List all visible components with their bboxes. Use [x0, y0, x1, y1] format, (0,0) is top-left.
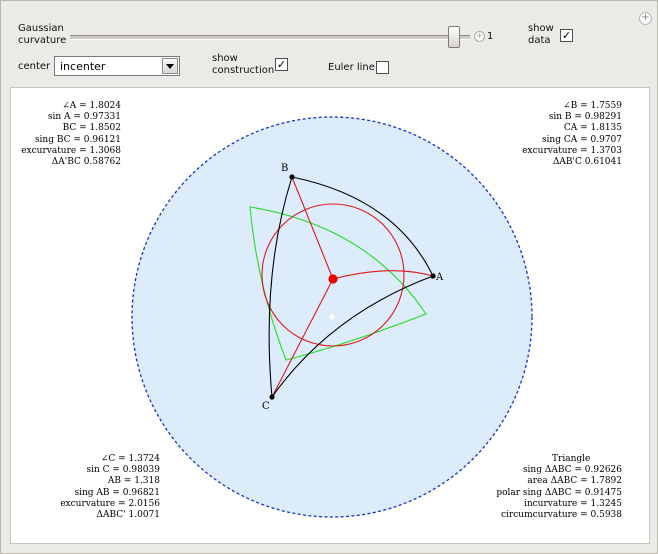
- show-construction-label-line2: construction: [212, 65, 275, 76]
- data-line: polar sing ΔABC = 0.91475: [496, 487, 622, 498]
- data-block-top-left: ∠A = 1.8024 sin A = 0.97331 BC = 1.8502 …: [21, 101, 121, 168]
- center-label: center: [18, 61, 51, 72]
- data-line: ΔAB'C 0.61041: [552, 157, 622, 168]
- data-line-title: Triangle: [552, 454, 591, 464]
- show-construction-label: show construction: [212, 53, 274, 77]
- show-construction-checkbox[interactable]: ✓: [275, 58, 288, 71]
- data-line: ΔA'BC 0.58762: [51, 157, 121, 168]
- data-line: sing BC = 0.96121: [34, 134, 121, 145]
- data-line: sin B = 0.98291: [548, 112, 622, 123]
- data-line: excurvature = 1.3703: [522, 145, 622, 156]
- data-line: excurvature = 2.0156: [60, 498, 160, 509]
- data-block-bottom-left: ∠C = 1.3724 sin C = 0.98039 AB = 1.318 s…: [60, 454, 160, 521]
- slider-expand-icon[interactable]: +: [474, 31, 485, 42]
- data-line: ΔABC' 1.0071: [96, 510, 161, 521]
- data-line: AB = 1.318: [107, 476, 160, 487]
- data-block-bottom-right: Triangle sing ΔABC = 0.92626 area ΔABC =…: [496, 454, 622, 521]
- graphics-canvas: A B C ∠A = 1.8024 sin A = 0.97331 BC = 1…: [10, 87, 650, 544]
- curvature-label-line2: curvature: [18, 35, 67, 46]
- curvature-value: 1: [487, 31, 494, 42]
- vertex-c-dot[interactable]: [269, 394, 275, 400]
- data-line: area ΔABC = 1.7892: [527, 476, 622, 487]
- data-line: ∠C = 1.3724: [100, 454, 160, 464]
- curvature-slider-track[interactable]: [70, 35, 470, 40]
- curvature-label-line1: Gaussian: [18, 23, 64, 34]
- euler-line-label: Euler line: [328, 62, 375, 73]
- center-select-value: incenter: [60, 60, 106, 73]
- disk-origin-dot: [329, 314, 335, 320]
- vertex-b-label: B: [281, 163, 288, 174]
- show-construction-label-line1: show: [212, 53, 238, 64]
- chevron-down-icon[interactable]: [162, 58, 178, 74]
- data-line: ∠B = 1.7559: [563, 101, 622, 111]
- data-line: sing AB = 0.96821: [74, 487, 160, 498]
- show-data-label: show data: [528, 23, 554, 47]
- show-data-label-line2: data: [528, 35, 551, 46]
- vertex-a-label: A: [435, 272, 444, 283]
- data-line: circumcurvature = 0.5938: [501, 510, 622, 521]
- data-line: sing CA = 0.9707: [541, 134, 622, 145]
- curvature-label: Gaussian curvature: [18, 23, 66, 47]
- data-line: sin C = 0.98039: [86, 465, 160, 476]
- data-line: sin A = 0.97331: [47, 112, 121, 123]
- data-line: ∠A = 1.8024: [62, 101, 121, 111]
- app-window: Gaussian curvature + 1 show data ✓ + cen…: [0, 0, 658, 554]
- data-line: incurvature = 1.3245: [523, 498, 622, 509]
- data-block-top-right: ∠B = 1.7559 sin B = 0.98291 CA = 1.8135 …: [522, 101, 622, 168]
- data-line: excurvature = 1.3068: [21, 145, 121, 156]
- vertex-b-dot[interactable]: [289, 174, 295, 180]
- show-data-checkbox[interactable]: ✓: [560, 29, 573, 42]
- vertex-c-label: C: [262, 401, 270, 412]
- data-line: BC = 1.8502: [62, 123, 121, 134]
- data-line: CA = 1.8135: [563, 123, 622, 134]
- center-select[interactable]: incenter: [54, 56, 180, 76]
- show-data-label-line1: show: [528, 23, 554, 34]
- incenter-dot: [328, 274, 338, 284]
- euler-line-checkbox[interactable]: [376, 61, 389, 74]
- curvature-slider-thumb[interactable]: [448, 26, 461, 48]
- vertex-a-dot[interactable]: [430, 273, 436, 279]
- plus-icon[interactable]: +: [639, 12, 652, 25]
- data-line: sing ΔABC = 0.92626: [522, 465, 622, 476]
